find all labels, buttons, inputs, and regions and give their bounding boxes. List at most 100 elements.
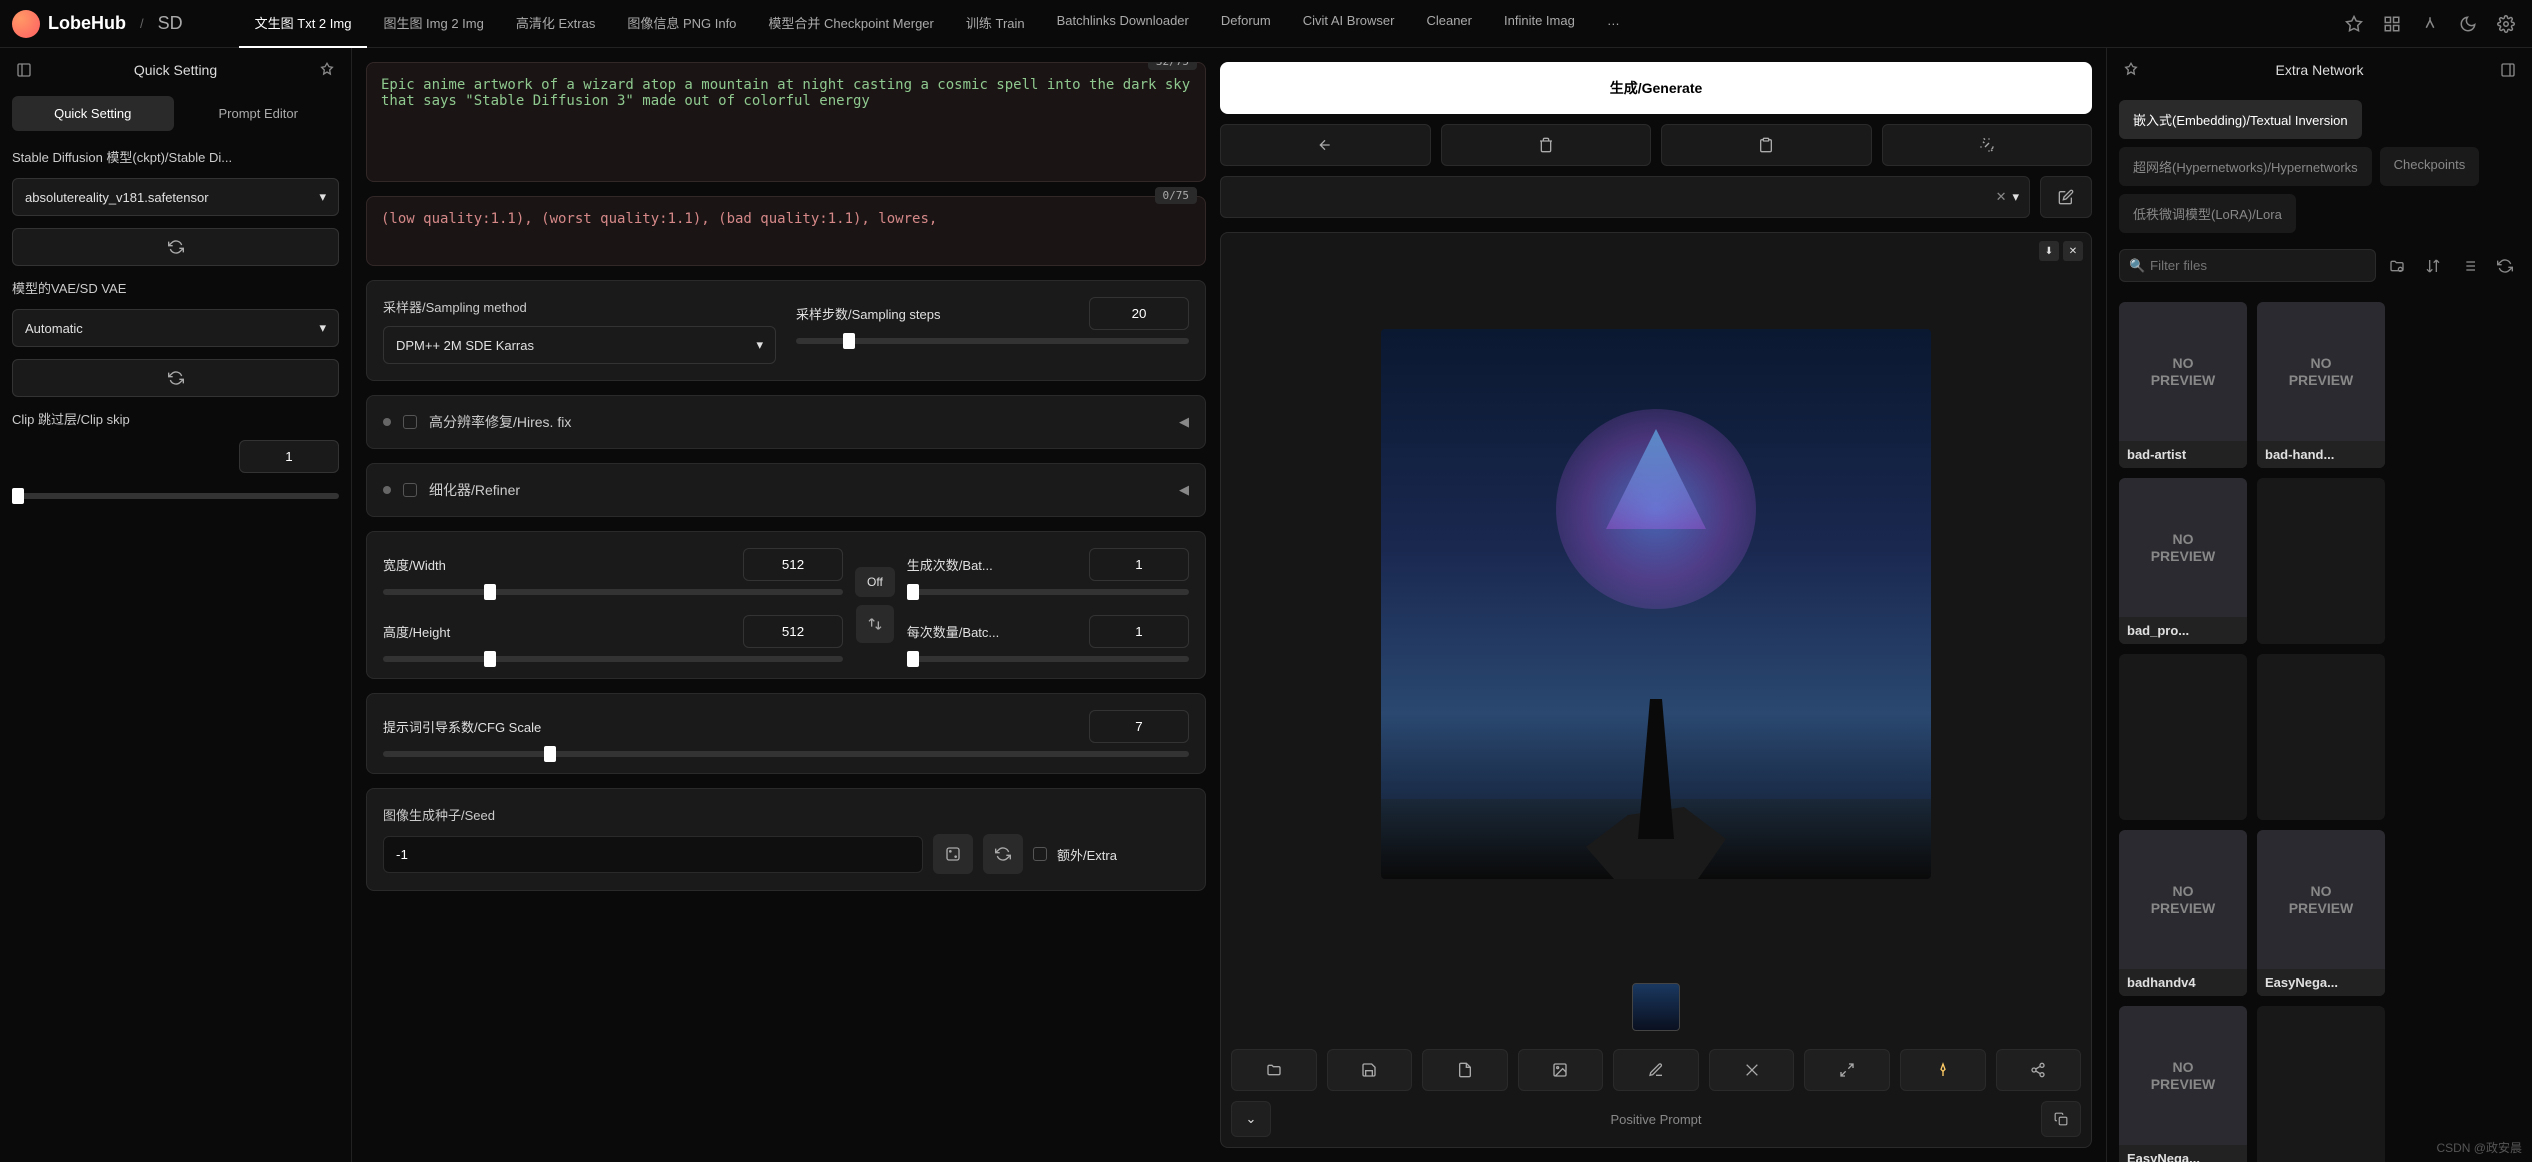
seed-recycle-button[interactable] [983,834,1023,874]
seed-input[interactable] [383,836,923,873]
top-settings-icon[interactable] [2492,10,2520,38]
main-tab-11[interactable]: … [1591,0,1636,48]
hires-checkbox[interactable] [403,415,417,429]
sampling-steps-input[interactable] [1089,297,1189,330]
collapse-left-icon[interactable] [12,58,36,82]
copy-prompt-button[interactable] [2041,1101,2081,1137]
main-tab-9[interactable]: Cleaner [1410,0,1488,48]
collapse-right-icon[interactable] [2496,58,2520,82]
width-label: 宽度/Width [383,555,446,574]
save-button[interactable] [1327,1049,1413,1091]
send-paint-button[interactable] [1900,1049,1986,1091]
interrupt-button[interactable] [1220,124,1431,166]
main-tab-8[interactable]: Civit AI Browser [1287,0,1411,48]
swap-dims-button[interactable] [856,605,894,643]
filter-input[interactable] [2119,249,2376,282]
batchsize-input[interactable] [1089,615,1189,648]
seed-random-button[interactable] [933,834,973,874]
batchcount-input[interactable] [1089,548,1189,581]
positive-prompt-input[interactable]: 32/75 Epic anime artwork of a wizard ato… [366,62,1206,182]
extra-network-tab-3[interactable]: 低秩微调模型(LoRA)/Lora [2119,194,2296,233]
close-icon[interactable]: ✕ [2063,241,2083,261]
view-folder-icon[interactable] [2382,251,2412,281]
thumbnail-image[interactable] [1632,983,1680,1031]
clip-slider[interactable] [12,493,339,499]
hires-fix-accordion[interactable]: 高分辨率修复/Hires. fix ◀ [366,395,1206,449]
skip-button[interactable] [1441,124,1652,166]
styles-select[interactable]: ✕ ▾ [1220,176,2030,218]
top-share-icon[interactable] [2416,10,2444,38]
pin-left-icon[interactable] [315,58,339,82]
width-input[interactable] [743,548,843,581]
sampling-steps-slider[interactable] [796,338,1189,344]
pin-right-icon[interactable] [2119,58,2143,82]
main-tab-2[interactable]: 高清化 Extras [500,0,611,48]
negative-prompt-input[interactable]: 0/75 (low quality:1.1), (worst quality:1… [366,196,1206,266]
vae-select[interactable]: Automatic ▾ [12,309,339,347]
styles-edit-button[interactable] [2040,176,2092,218]
refresh-model-button[interactable] [12,228,339,266]
seed-extra-checkbox[interactable] [1033,847,1047,861]
network-card[interactable] [2119,654,2247,820]
cfg-slider[interactable] [383,751,1189,757]
main-tab-10[interactable]: Infinite Imag [1488,0,1591,48]
main-tab-0[interactable]: 文生图 Txt 2 Img [239,0,368,48]
model-select[interactable]: absolutereality_v181.safetensor ▾ [12,178,339,216]
refiner-checkbox[interactable] [403,483,417,497]
main-tab-4[interactable]: 模型合并 Checkpoint Merger [752,0,949,48]
network-card[interactable]: NOPREVIEWbad-hand... [2257,302,2385,468]
refresh-vae-button[interactable] [12,359,339,397]
clip-input[interactable] [239,440,339,473]
extra-network-tab-2[interactable]: Checkpoints [2380,147,2480,186]
top-theme-icon[interactable] [2454,10,2482,38]
network-card[interactable] [2257,1006,2385,1162]
output-image[interactable] [1381,329,1931,879]
main-tab-7[interactable]: Deforum [1205,0,1287,48]
network-card[interactable] [2257,654,2385,820]
right-title: Extra Network [2143,62,2496,78]
top-github-icon[interactable] [2340,10,2368,38]
send-img2img-button[interactable] [1518,1049,1604,1091]
refiner-accordion[interactable]: 细化器/Refiner ◀ [366,463,1206,517]
main-tab-5[interactable]: 训练 Train [950,0,1041,48]
cfg-input[interactable] [1089,710,1189,743]
sampling-method-label: 采样器/Sampling method [383,297,776,316]
network-card[interactable]: NOPREVIEWEasyNega... [2257,830,2385,996]
save-zip-button[interactable] [1422,1049,1508,1091]
view-list-icon[interactable] [2454,251,2484,281]
paste-button[interactable] [1661,124,1872,166]
network-card[interactable]: NOPREVIEWbadhandv4 [2119,830,2247,996]
left-tab-0[interactable]: Quick Setting [12,96,174,131]
send-extras-button[interactable] [1709,1049,1795,1091]
sampling-method-select[interactable]: DPM++ 2M SDE Karras ▾ [383,326,776,364]
refresh-cards-icon[interactable] [2490,251,2520,281]
download-icon[interactable]: ⬇ [2039,241,2059,261]
top-grid-icon[interactable] [2378,10,2406,38]
network-card[interactable]: NOPREVIEWbad-artist [2119,302,2247,468]
expand-prompt-button[interactable]: ⌄ [1231,1101,1271,1137]
width-slider[interactable] [383,589,843,595]
send-upscale-button[interactable] [1804,1049,1890,1091]
sort-icon[interactable] [2418,251,2448,281]
send-inpaint-button[interactable] [1613,1049,1699,1091]
main-tab-1[interactable]: 图生图 Img 2 Img [367,0,499,48]
network-card[interactable] [2257,478,2385,644]
height-slider[interactable] [383,656,843,662]
aspect-lock-button[interactable]: Off [855,567,895,597]
extra-network-tab-0[interactable]: 嵌入式(Embedding)/Textual Inversion [2119,100,2362,139]
generate-button[interactable]: 生成/Generate [1220,62,2092,114]
close-icon[interactable]: ✕ [1996,189,2007,205]
network-card[interactable]: NOPREVIEWbad_pro... [2119,478,2247,644]
main-tab-6[interactable]: Batchlinks Downloader [1041,0,1205,48]
share-button[interactable] [1996,1049,2082,1091]
left-tab-1[interactable]: Prompt Editor [178,96,340,131]
batchsize-slider[interactable] [907,656,1189,662]
extra-network-tab-1[interactable]: 超网络(Hypernetworks)/Hypernetworks [2119,147,2372,186]
wand-button[interactable] [1882,124,2093,166]
main-tab-3[interactable]: 图像信息 PNG Info [611,0,752,48]
network-card[interactable]: NOPREVIEWEasyNega... [2119,1006,2247,1162]
batchcount-slider[interactable] [907,589,1189,595]
open-folder-button[interactable] [1231,1049,1317,1091]
no-preview-text: NOPREVIEW [2257,830,2385,969]
height-input[interactable] [743,615,843,648]
